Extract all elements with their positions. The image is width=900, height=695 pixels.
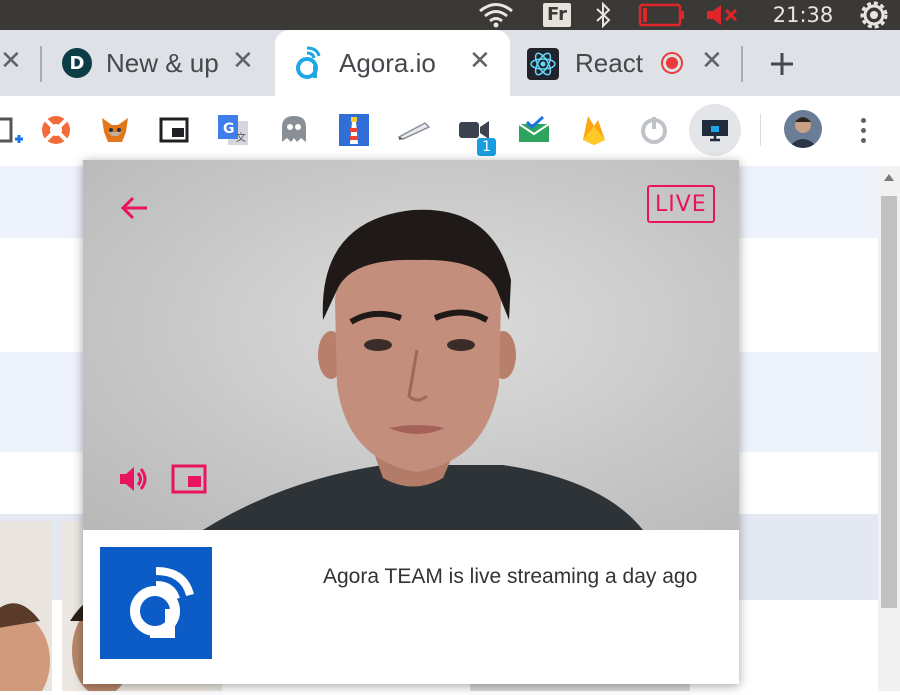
tab-title: New & up: [106, 48, 219, 78]
react-icon: [527, 48, 559, 80]
tab-new-and-updated[interactable]: D New & up ✕: [50, 30, 270, 96]
mail-check-icon[interactable]: [512, 108, 556, 152]
power-circle-icon[interactable]: [632, 108, 676, 152]
clock-label[interactable]: 21:38: [758, 0, 848, 30]
plus-icon: [771, 53, 793, 75]
video-camera-icon[interactable]: 1: [452, 108, 496, 156]
svg-text:文: 文: [236, 131, 246, 144]
battery-icon[interactable]: [636, 0, 688, 30]
new-tab-button[interactable]: [760, 42, 804, 86]
scroll-up-icon[interactable]: [878, 172, 900, 190]
live-badge: LIVE: [647, 185, 715, 223]
bluetooth-icon[interactable]: [588, 0, 618, 30]
power-icon[interactable]: [852, 0, 896, 30]
lighthouse-icon[interactable]: [332, 108, 376, 152]
page-scrollbar[interactable]: [878, 166, 900, 691]
tab-separator: [40, 46, 42, 82]
svg-text:G: G: [223, 121, 235, 137]
close-icon[interactable]: ✕: [0, 48, 22, 74]
google-translate-icon[interactable]: G文: [211, 108, 255, 152]
metamask-icon[interactable]: [93, 108, 137, 152]
d-logo-icon: D: [62, 48, 92, 78]
back-arrow-icon[interactable]: [117, 190, 153, 226]
browser-toolbar: G文 1: [0, 96, 900, 167]
keyboard-layout-label: Fr: [542, 3, 572, 27]
pen-icon[interactable]: [392, 108, 436, 152]
partial-extension-icon[interactable]: [0, 108, 34, 152]
volume-icon[interactable]: [117, 462, 151, 496]
tab-separator: [741, 46, 743, 82]
wifi-icon[interactable]: [474, 0, 518, 30]
ghostery-icon[interactable]: [272, 108, 316, 152]
firebase-icon[interactable]: [572, 108, 616, 152]
lifebuoy-icon[interactable]: [34, 108, 78, 152]
avatar[interactable]: [784, 110, 822, 148]
tab-title: React: [575, 48, 643, 78]
toolbar-separator: [760, 114, 761, 146]
close-icon[interactable]: ✕: [232, 48, 254, 74]
close-icon[interactable]: ✕: [469, 48, 491, 74]
close-icon[interactable]: ✕: [701, 48, 723, 74]
tab-partial[interactable]: ✕: [0, 30, 30, 96]
dot: [860, 127, 866, 133]
tab-title: Agora.io: [339, 48, 436, 78]
tab-react[interactable]: React ✕: [515, 30, 735, 96]
agora-icon: [293, 46, 323, 84]
browser-tab-strip: ✕ D New & up ✕ Agora.io ✕ React ✕: [0, 30, 900, 96]
volume-muted-icon[interactable]: [700, 0, 744, 30]
dot: [860, 137, 866, 143]
stream-info-panel: Agora TEAM is live streaming a day ago: [83, 530, 739, 684]
recording-icon: [661, 52, 683, 74]
scrollbar-thumb[interactable]: [881, 196, 897, 608]
system-top-bar: Fr 21:38: [0, 0, 900, 30]
picture-in-picture-icon[interactable]: [152, 108, 196, 152]
page-thumbnail[interactable]: [0, 521, 52, 695]
extension-badge: 1: [477, 138, 496, 156]
screen-share-icon[interactable]: [689, 104, 741, 156]
picture-in-picture-icon[interactable]: [171, 463, 207, 495]
menu-button[interactable]: [848, 112, 878, 148]
dot: [860, 117, 866, 123]
agora-live-popup: LIVE Agora TEAM is live streaming a day …: [83, 160, 739, 684]
stream-status-text: Agora TEAM is live streaming a day ago: [323, 565, 698, 588]
keyboard-layout-indicator[interactable]: Fr: [538, 0, 576, 30]
tab-agora-active[interactable]: Agora.io ✕: [275, 30, 510, 96]
live-video-feed[interactable]: LIVE: [83, 160, 739, 530]
agora-logo[interactable]: [100, 547, 212, 659]
